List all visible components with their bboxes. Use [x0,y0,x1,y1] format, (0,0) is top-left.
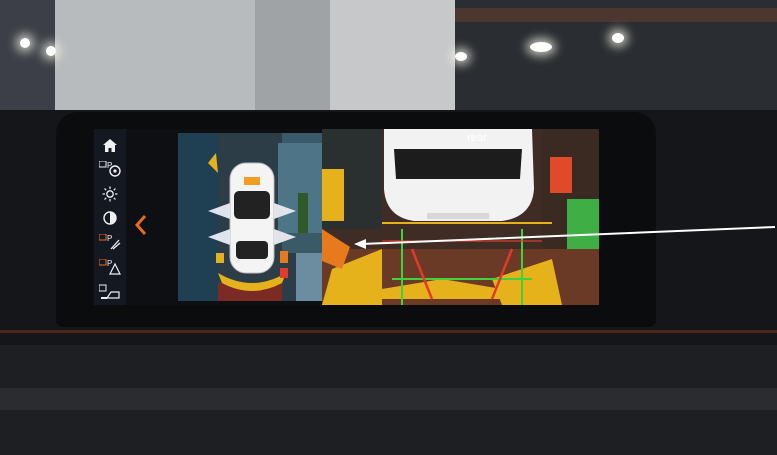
ceiling-light [612,33,624,43]
svg-text:P: P [107,234,112,243]
ceiling-pipe [455,8,777,22]
rear-camera-panel[interactable]: rear [322,129,599,305]
chevron-left-icon[interactable] [134,214,150,238]
rear-camera-label: rear [467,132,487,144]
garage-wall [330,0,455,110]
ambient-light-strip [0,330,777,333]
panorama-view-icon[interactable] [98,282,122,302]
svg-text:P: P [107,161,112,170]
brightness-icon[interactable] [98,184,122,204]
park-distance-control-icon[interactable]: P [98,159,122,179]
ceiling-light [20,38,30,48]
ceiling-light [530,42,552,52]
ceiling-light [46,46,56,56]
sidebar: P P P [94,129,126,305]
ceiling-light [455,52,467,61]
contrast-icon[interactable] [98,208,122,228]
dashboard-trim [0,388,777,410]
top-view-panel[interactable] [178,133,322,301]
svg-text:P: P [107,259,112,268]
garage-pillar [55,0,255,115]
parking-warning-icon[interactable]: P [98,257,122,277]
parking-assist-icon[interactable]: P [98,232,122,252]
home-icon[interactable] [98,135,122,155]
